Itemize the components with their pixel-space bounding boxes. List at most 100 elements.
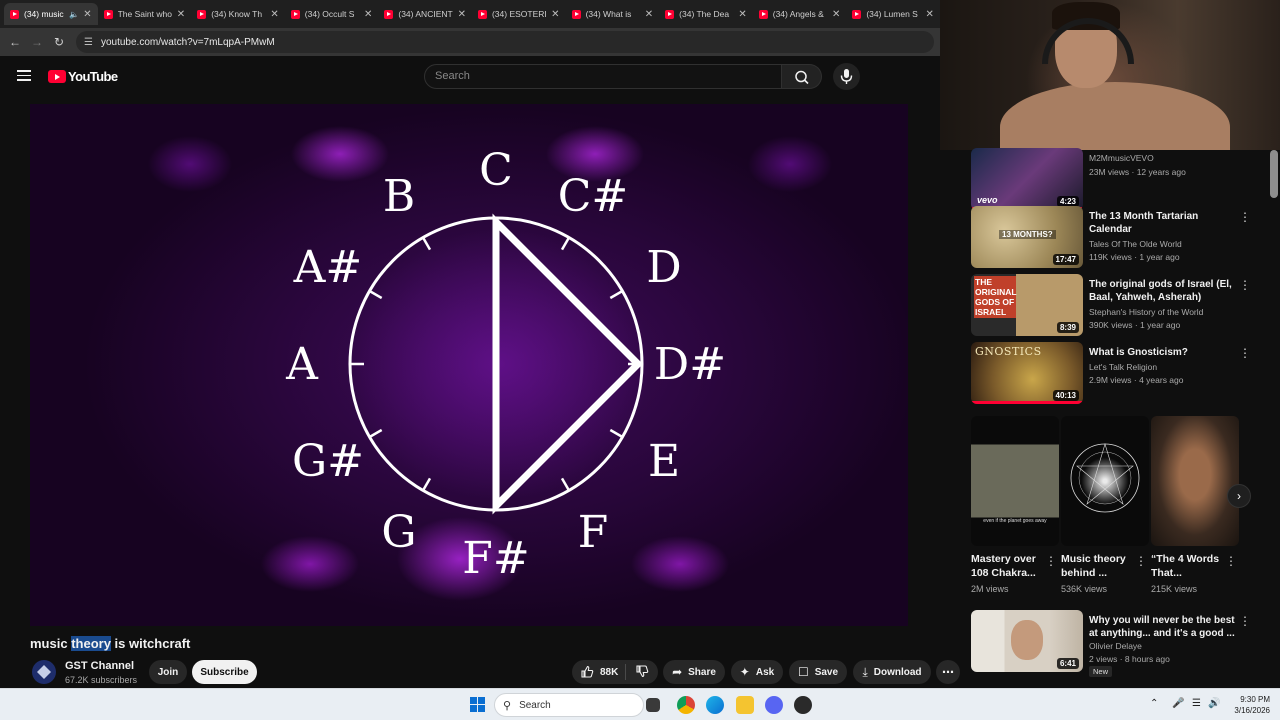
browser-tab[interactable]: (34) ANCIENT ✕	[378, 3, 472, 25]
thumbnail-caption: THE ORIGINAL GODS OF ISRAEL	[974, 276, 1017, 318]
close-tab-icon[interactable]: ✕	[738, 9, 746, 20]
video-thumbnail[interactable]: 13 MONTHS? 17:47	[971, 206, 1083, 268]
close-tab-icon[interactable]: ✕	[832, 9, 840, 20]
recommendation-item[interactable]: THE ORIGINAL GODS OF ISRAEL 8:39 The ori…	[971, 274, 1261, 336]
recommendation-meta: 2.9M views · 4 years ago	[1089, 375, 1184, 385]
close-tab-icon[interactable]: ✕	[364, 9, 372, 20]
search-button[interactable]	[782, 64, 822, 89]
back-icon[interactable]: ←	[4, 35, 26, 49]
chevron-right-icon[interactable]: ›	[1227, 484, 1251, 508]
like-count: 88K	[600, 666, 619, 678]
download-button[interactable]: ⤓ Download	[853, 660, 931, 684]
taskbar-search[interactable]: ⚲ Search	[494, 693, 644, 717]
close-tab-icon[interactable]: ✕	[551, 9, 559, 20]
recommendation-channel[interactable]: Stephan's History of the World	[1089, 307, 1203, 317]
browser-tab[interactable]: (34) Occult S ✕	[285, 3, 379, 25]
recommendation-title[interactable]: Why you will never be the best at anythi…	[1089, 614, 1241, 640]
more-vertical-icon[interactable]: ⋮	[1135, 554, 1147, 568]
youtube-masthead: YouTube Search	[0, 56, 940, 98]
file-explorer-icon[interactable]	[736, 696, 754, 714]
recommendation-channel[interactable]: Let's Talk Religion	[1089, 362, 1157, 372]
close-tab-icon[interactable]: ✕	[458, 9, 466, 20]
browser-tab[interactable]: (34) music 🔈 ✕	[4, 3, 98, 25]
browser-tab[interactable]: The Saint who ✕	[98, 3, 192, 25]
browser-tab[interactable]: (34) ESOTERI ✕	[472, 3, 566, 25]
more-vertical-icon[interactable]: ⋮	[1225, 554, 1237, 568]
close-tab-icon[interactable]: ✕	[270, 9, 278, 20]
chevron-up-icon[interactable]: ⌃	[1150, 698, 1158, 709]
system-clock[interactable]: 9:30 PM 3/16/2026	[1226, 694, 1270, 716]
channel-avatar[interactable]	[32, 660, 56, 684]
sidebar-scrollbar[interactable]	[1270, 150, 1278, 198]
recommendation-title[interactable]: The original gods of Israel (El, Baal, Y…	[1089, 278, 1241, 304]
chrome-icon[interactable]	[677, 696, 695, 714]
app-icon[interactable]	[794, 696, 812, 714]
video-thumbnail[interactable]: THE ORIGINAL GODS OF ISRAEL 8:39	[971, 274, 1083, 336]
search-input[interactable]: Search	[424, 64, 782, 89]
video-thumbnail[interactable]: GNOSTICS 40:13	[971, 342, 1083, 404]
recommendation-item[interactable]: vevo 4:23 M2MmusicVEVO 23M views · 12 ye…	[971, 148, 1261, 210]
discord-icon[interactable]	[765, 696, 783, 714]
video-player[interactable]: C C# D D# E F F# G G# A A# B	[30, 104, 908, 626]
more-vertical-icon[interactable]: ⋮	[1239, 210, 1251, 224]
browser-tab[interactable]: (34) Know Th ✕	[191, 3, 285, 25]
voice-search-button[interactable]	[833, 63, 860, 90]
address-bar[interactable]: ☰ youtube.com/watch?v=7mLqpA-PMwM	[76, 31, 934, 53]
like-button[interactable]: 88K	[572, 664, 626, 680]
join-button[interactable]: Join	[149, 660, 187, 684]
browser-tab-title: (34) The Dea	[679, 9, 730, 19]
browser-tab[interactable]: (34) Lumen S ✕	[846, 3, 940, 25]
recommendation-title[interactable]: The 13 Month Tartarian Calendar	[1089, 210, 1241, 236]
close-tab-icon[interactable]: ✕	[645, 9, 653, 20]
note-label: F	[578, 507, 609, 558]
share-button[interactable]: ➦ Share	[663, 660, 725, 684]
short-title[interactable]: Mastery over 108 Chakra...	[971, 552, 1045, 580]
clock-time: 9:30 PM	[1240, 695, 1270, 704]
youtube-logo[interactable]: YouTube	[48, 69, 118, 84]
channel-name[interactable]: GST Channel	[65, 660, 134, 672]
save-button[interactable]: ☐ Save	[789, 660, 847, 684]
microphone-icon[interactable]: 🎤	[1172, 698, 1184, 709]
reload-icon[interactable]: ↻	[48, 35, 70, 49]
short-thumbnail[interactable]	[1061, 416, 1149, 546]
more-actions-button[interactable]: ⋯	[936, 660, 960, 684]
close-tab-icon[interactable]: ✕	[926, 9, 934, 20]
recommendation-item[interactable]: 6:41 Why you will never be the best at a…	[971, 610, 1261, 677]
close-tab-icon[interactable]: ✕	[177, 9, 185, 20]
more-vertical-icon[interactable]: ⋮	[1239, 614, 1251, 628]
more-vertical-icon[interactable]: ⋮	[1239, 346, 1251, 360]
recommendation-item[interactable]: 13 MONTHS? 17:47 The 13 Month Tartarian …	[971, 206, 1261, 268]
short-thumbnail[interactable]	[1151, 416, 1239, 546]
site-info-icon[interactable]: ☰	[84, 37, 93, 48]
forward-icon[interactable]: →	[26, 35, 48, 49]
wifi-icon[interactable]: ☰	[1192, 698, 1201, 709]
speaker-icon[interactable]: 🔈	[69, 10, 79, 19]
more-vertical-icon[interactable]: ⋮	[1045, 554, 1057, 568]
browser-tab[interactable]: (34) What is ✕	[566, 3, 660, 25]
subscribe-button[interactable]: Subscribe	[192, 660, 257, 684]
recommendation-channel[interactable]: Olivier Delaye	[1089, 641, 1142, 651]
windows-start-icon[interactable]	[470, 697, 486, 713]
video-thumbnail[interactable]: vevo 4:23	[971, 148, 1083, 210]
edge-icon[interactable]	[706, 696, 724, 714]
close-tab-icon[interactable]: ✕	[83, 9, 91, 20]
browser-tab[interactable]: (34) The Dea ✕	[659, 3, 753, 25]
browser-tab-strip: (34) music 🔈 ✕ The Saint who ✕ (34) Know Th ✕(…	[0, 0, 940, 28]
volume-icon[interactable]: 🔊	[1208, 698, 1220, 709]
more-vertical-icon[interactable]: ⋮	[1239, 278, 1251, 292]
short-title[interactable]: “The 4 Words That...	[1151, 552, 1225, 580]
recommendation-channel[interactable]: Tales Of The Olde World	[1089, 239, 1182, 249]
ask-button[interactable]: ✦ Ask	[731, 660, 783, 684]
recommendation-title[interactable]: What is Gnosticism?	[1089, 346, 1241, 359]
short-title[interactable]: Music theory behind ...	[1061, 552, 1135, 580]
dislike-button[interactable]	[626, 664, 658, 681]
menu-icon[interactable]	[17, 70, 31, 81]
recommendation-item[interactable]: GNOSTICS 40:13 What is Gnosticism? Let's…	[971, 342, 1261, 404]
vevo-logo: vevo	[977, 195, 998, 205]
browser-toolbar: ← → ↻ ☰ youtube.com/watch?v=7mLqpA-PMwM	[0, 28, 940, 56]
task-view-icon[interactable]	[646, 698, 660, 712]
video-thumbnail[interactable]: 6:41	[971, 610, 1083, 672]
short-thumbnail[interactable]: even if the planet goes away	[971, 416, 1059, 546]
browser-tab[interactable]: (34) Angels & ✕	[753, 3, 847, 25]
recommendation-channel[interactable]: M2MmusicVEVO	[1089, 153, 1154, 163]
